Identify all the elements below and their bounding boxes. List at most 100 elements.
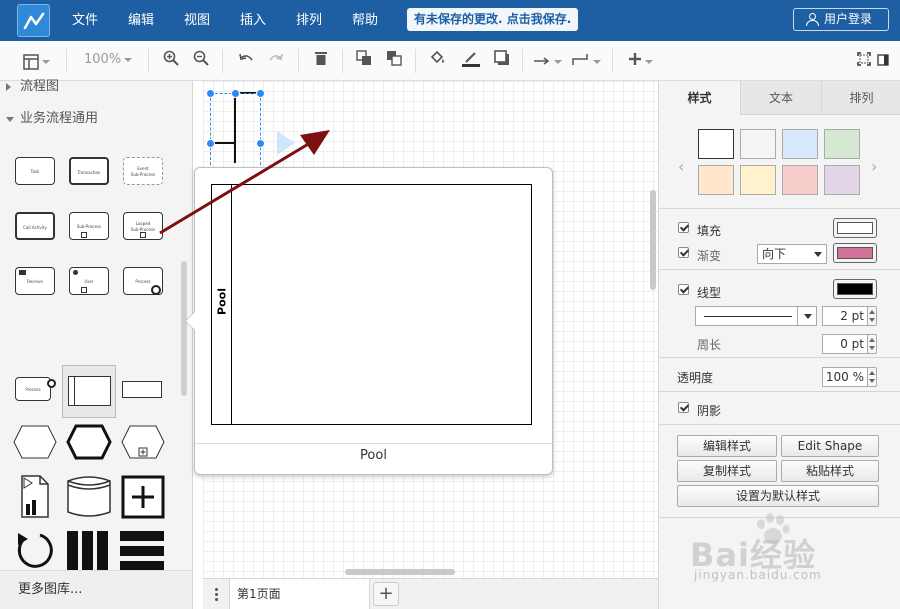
shape-conversation[interactable] [10, 422, 60, 472]
line-checkbox[interactable] [678, 284, 689, 295]
tooltip-caption: Pool [360, 448, 387, 463]
menu-file[interactable]: 文件 [72, 12, 98, 30]
to-back-icon [387, 51, 402, 66]
waypoint-style-button[interactable] [570, 50, 602, 72]
shape-sub-conversation[interactable] [118, 422, 168, 472]
opacity-input[interactable]: 100 % [822, 367, 868, 387]
fullscreen-button[interactable] [856, 50, 872, 72]
delete-button[interactable] [310, 50, 332, 72]
gradient-checkbox[interactable] [678, 247, 689, 258]
style-swatch[interactable] [824, 165, 860, 195]
style-swatch[interactable] [698, 165, 734, 195]
shape-call-conversation[interactable] [64, 422, 114, 472]
gradient-color-picker[interactable] [833, 243, 877, 263]
canvas-horizontal-scrollbar[interactable] [345, 569, 455, 575]
layout-button[interactable] [16, 50, 56, 72]
line-pattern-select[interactable] [695, 306, 817, 326]
style-swatch[interactable] [782, 165, 818, 195]
tab-style[interactable]: 样式 [659, 81, 740, 115]
menu-arrange[interactable]: 排列 [296, 12, 322, 30]
resize-handle[interactable] [206, 89, 215, 98]
app-logo[interactable] [17, 4, 50, 37]
shape-lane[interactable] [118, 365, 168, 415]
style-swatch[interactable] [740, 165, 776, 195]
more-libraries-button[interactable]: 更多图库... [0, 570, 192, 609]
line-color-picker[interactable] [833, 279, 877, 299]
canvas-vertical-scrollbar[interactable] [650, 190, 656, 290]
menu-insert[interactable]: 插入 [240, 12, 266, 30]
clock-icon [47, 379, 56, 388]
shape-process-timer[interactable]: Process [118, 255, 168, 305]
tab-text[interactable]: 文本 [740, 81, 821, 115]
pool-lane-label: Pool [215, 288, 229, 315]
to-back-button[interactable] [383, 50, 405, 72]
unsaved-changes-button[interactable]: 有未保存的更改. 点击我保存. [407, 8, 579, 31]
opacity-stepper[interactable] [867, 367, 877, 387]
shape-parallel-mi-marker[interactable] [64, 529, 114, 571]
page-tab-1[interactable]: 第1页面 [230, 579, 370, 609]
fill-checkbox[interactable] [678, 222, 689, 233]
shape-task[interactable]: Task [10, 145, 60, 195]
plus-marker-icon [140, 232, 146, 238]
swatch-next-icon[interactable]: › [871, 157, 877, 176]
fill-color-picker[interactable] [833, 218, 877, 238]
menu-help[interactable]: 帮助 [352, 12, 378, 30]
shape-parallel-gateway[interactable] [118, 474, 168, 524]
shape-process-event[interactable]: Process [10, 365, 60, 415]
perimeter-stepper[interactable] [867, 334, 877, 354]
resize-handle[interactable] [256, 89, 265, 98]
perimeter-input[interactable]: 0 pt [822, 334, 868, 354]
copy-style-button[interactable]: 复制样式 [677, 460, 777, 482]
gradient-direction-select[interactable]: 向下 [757, 244, 827, 264]
zoom-in-button[interactable] [160, 50, 182, 72]
edit-style-button[interactable]: 编辑样式 [677, 435, 777, 457]
section-label: 流程图 [20, 79, 60, 94]
fill-color-swatch [837, 222, 873, 234]
shadow-button[interactable] [491, 50, 513, 72]
to-front-button[interactable] [353, 50, 375, 72]
shape-user-task[interactable]: User [64, 255, 114, 305]
paste-style-button[interactable]: 粘贴样式 [781, 460, 879, 482]
shape-loop-marker[interactable] [10, 529, 60, 571]
tab-arrange[interactable]: 排列 [821, 81, 900, 115]
shape-transaction[interactable]: Transaction [64, 145, 114, 195]
menu-edit[interactable]: 编辑 [128, 12, 154, 30]
style-swatch[interactable] [782, 129, 818, 159]
shape-call-activity[interactable]: Call Activity [10, 200, 60, 250]
set-default-style-button[interactable]: 设置为默认样式 [677, 485, 879, 507]
add-page-button[interactable]: + [373, 582, 399, 606]
zoom-dropdown[interactable]: 100% [84, 52, 133, 67]
shape-sequential-mi-marker[interactable] [118, 529, 168, 571]
style-swatch[interactable] [740, 129, 776, 159]
style-swatch[interactable] [824, 129, 860, 159]
login-button[interactable]: 用户登录 [793, 8, 889, 31]
edit-shape-button[interactable]: Edit Shape [781, 435, 879, 457]
resize-handle[interactable] [231, 89, 240, 98]
undo-button[interactable] [235, 50, 257, 72]
redo-icon [269, 53, 283, 61]
connection-style-button[interactable] [531, 50, 563, 72]
shape-data-store[interactable] [64, 474, 114, 524]
shadow-checkbox[interactable] [678, 402, 689, 413]
style-swatch[interactable] [698, 129, 734, 159]
redo-button[interactable] [265, 50, 287, 72]
zoom-out-button[interactable] [190, 50, 212, 72]
insert-button[interactable] [622, 50, 658, 72]
watermark-url: jingyan.baidu.com [694, 568, 822, 582]
page-menu-button[interactable] [203, 579, 230, 609]
fill-label: 填充 [697, 224, 722, 238]
swatch-prev-icon[interactable]: ‹ [678, 157, 684, 176]
format-panel-toggle[interactable] [875, 50, 891, 72]
library-section-flowchart[interactable]: 流程图 [0, 72, 180, 102]
line-width-input[interactable]: 2 pt [822, 306, 868, 326]
fill-color-button[interactable] [427, 50, 449, 72]
menu-view[interactable]: 视图 [184, 12, 210, 30]
connection-icon [533, 57, 549, 65]
shape-sub-process[interactable]: Sub-Process [64, 200, 114, 250]
line-color-swatch [837, 283, 873, 295]
line-color-button[interactable] [459, 50, 483, 72]
shape-receive-task[interactable]: Receive [10, 255, 60, 305]
line-width-stepper[interactable] [867, 306, 877, 326]
shape-pool[interactable] [64, 365, 114, 415]
shape-data-object[interactable] [10, 474, 60, 524]
